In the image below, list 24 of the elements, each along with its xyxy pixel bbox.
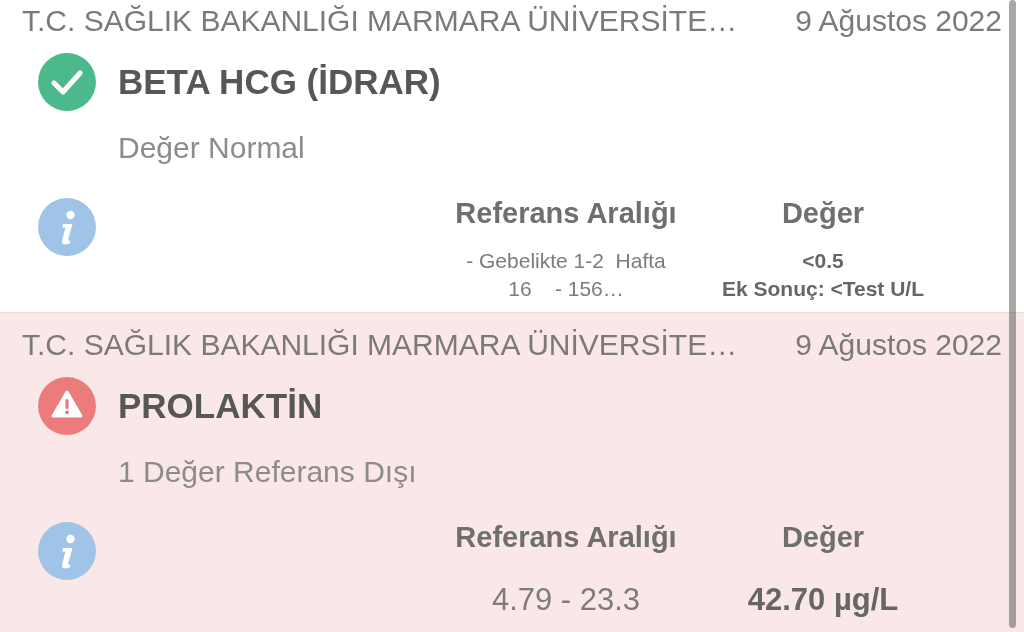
institution-name: T.C. SAĞLIK BAKANLIĞI MARMARA ÜNİVERSİTE… xyxy=(22,3,738,39)
warning-icon xyxy=(38,377,96,435)
column-header: Referans Aralığı xyxy=(454,196,678,231)
result-value: <0.5 xyxy=(802,248,844,274)
institution-name: T.C. SAĞLIK BAKANLIĞI MARMARA ÜNİVERSİTE… xyxy=(22,327,738,363)
test-name: PROLAKTİN xyxy=(118,386,323,426)
scrollbar[interactable] xyxy=(1009,0,1016,628)
result-summary: 1 Değer Referans Dışı xyxy=(118,454,417,490)
result-value: 42.70 µg/L xyxy=(747,581,899,619)
result-card[interactable]: T.C. SAĞLIK BAKANLIĞI MARMARA ÜNİVERSİTE… 9 Ağustos 2022 PROLAKTİN 1 Değer Referans Dışı Referans Aralığı Değer 4.79 - 23.3 42.70 µg/L xyxy=(0,312,1024,632)
test-name: BETA HCG (İDRAR) xyxy=(118,62,441,102)
result-value: Ek Sonuç: <Test U/L xyxy=(721,276,925,302)
reference-range: 4.79 - 23.3 xyxy=(491,581,641,619)
column-header: Değer xyxy=(780,196,866,231)
column-header: Değer xyxy=(780,520,866,555)
result-date: 9 Ağustos 2022 xyxy=(795,3,1002,39)
reference-range: - Gebelikte 1-2 Hafta xyxy=(466,248,666,274)
info-icon[interactable] xyxy=(38,198,96,256)
result-summary: Değer Normal xyxy=(118,130,305,166)
info-icon[interactable] xyxy=(38,522,96,580)
reference-range: 16 - 156… xyxy=(508,276,624,302)
result-date: 9 Ağustos 2022 xyxy=(795,327,1002,363)
column-header: Referans Aralığı xyxy=(454,520,678,555)
check-circle-icon xyxy=(38,53,96,111)
